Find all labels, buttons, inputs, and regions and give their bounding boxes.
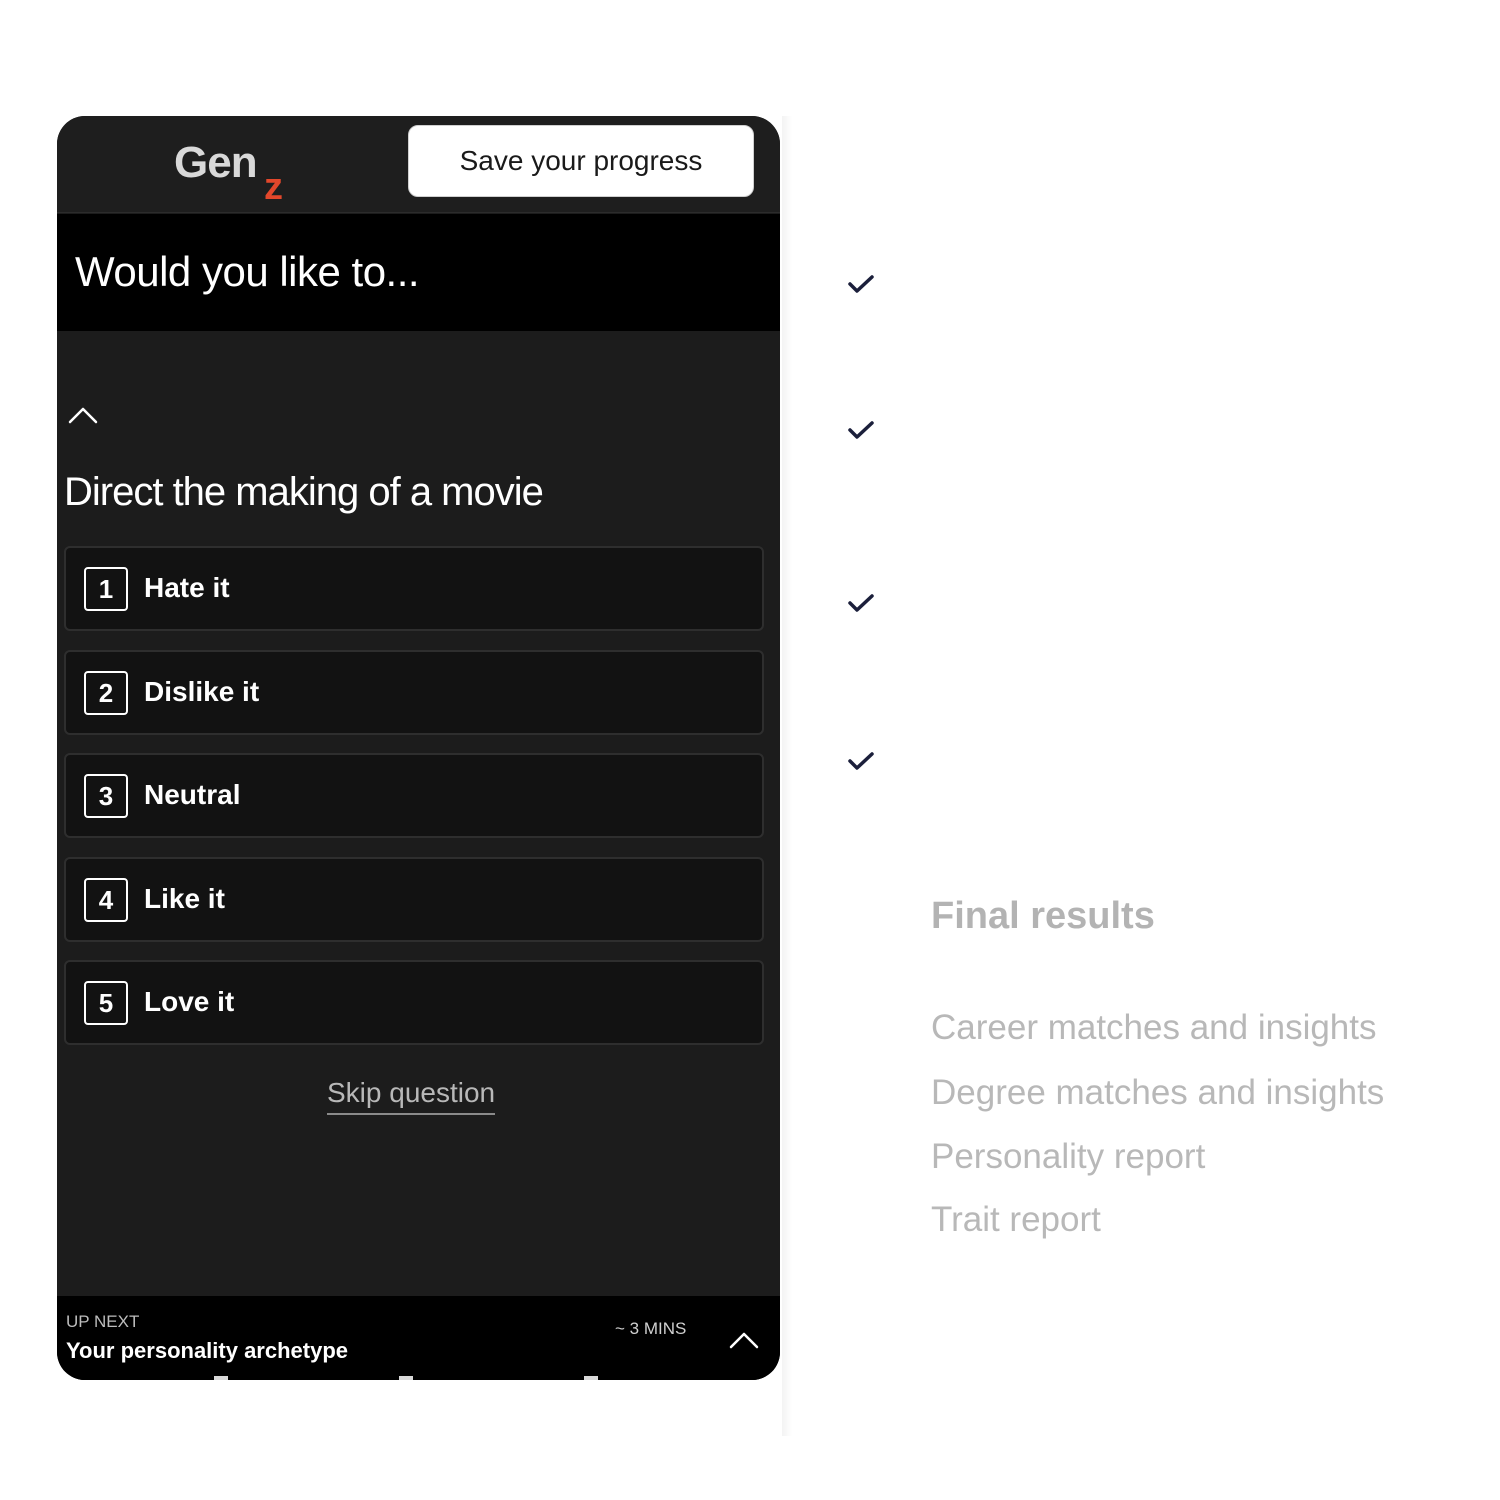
up-next-title: Your personality archetype [66, 1338, 349, 1363]
answer-option-1[interactable]: 1 Hate it [64, 546, 764, 631]
question-prompt: Would you like to... [75, 248, 420, 295]
question-header: Would you like to... [57, 214, 780, 331]
check-icon [846, 418, 876, 442]
collapse-chevron-up-icon[interactable] [65, 400, 101, 430]
question-statement: Direct the making of a movie [64, 470, 544, 514]
check-icon [846, 272, 876, 296]
result-item: Personality report [931, 1137, 1206, 1176]
check-icon [846, 749, 876, 773]
option-label: Like it [144, 883, 225, 914]
up-next-duration: ~ 3 MINS [615, 1319, 687, 1338]
skip-question-link[interactable]: Skip question [327, 1077, 496, 1115]
final-results-title: Final results [931, 895, 1155, 937]
top-bar: Gen z Save your progress [57, 116, 780, 213]
option-number: 2 [84, 671, 128, 715]
result-item: Trait report [931, 1200, 1101, 1239]
expand-chevron-up-icon[interactable] [727, 1326, 761, 1354]
genz-logo[interactable]: Gen z [174, 138, 294, 208]
quiz-phone-panel: Gen z Save your progress Would you like … [57, 116, 780, 1380]
result-item: Degree matches and insights [931, 1073, 1385, 1112]
up-next-kicker: UP NEXT [66, 1312, 140, 1331]
option-number: 4 [84, 878, 128, 922]
panel-divider [782, 116, 792, 1436]
option-label: Neutral [144, 779, 241, 810]
progress-divider [214, 1376, 228, 1380]
option-number: 5 [84, 981, 128, 1025]
answer-option-4[interactable]: 4 Like it [64, 857, 764, 942]
progress-divider [399, 1376, 413, 1380]
answer-option-2[interactable]: 2 Dislike it [64, 650, 764, 735]
result-item: Career matches and insights [931, 1008, 1377, 1047]
option-number: 1 [84, 567, 128, 611]
option-label: Hate it [144, 572, 230, 603]
option-number: 3 [84, 774, 128, 818]
option-label: Dislike it [144, 676, 260, 707]
section-progress-track [57, 1376, 780, 1380]
logo-wordmark: Gen [174, 138, 258, 187]
answer-option-3[interactable]: 3 Neutral [64, 753, 764, 838]
option-label: Love it [144, 986, 235, 1017]
logo-subscript: z [264, 166, 283, 208]
answer-option-5[interactable]: 5 Love it [64, 960, 764, 1045]
progress-divider [584, 1376, 598, 1380]
check-icon [846, 591, 876, 615]
save-progress-button[interactable]: Save your progress [408, 125, 754, 197]
up-next-bar[interactable]: UP NEXT Your personality archetype ~ 3 M… [57, 1296, 780, 1380]
